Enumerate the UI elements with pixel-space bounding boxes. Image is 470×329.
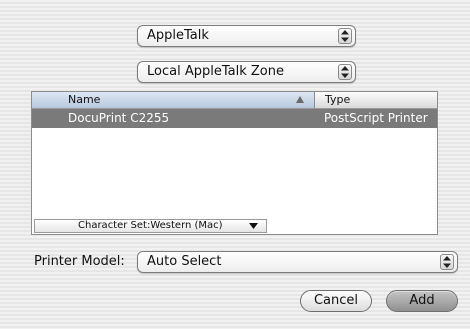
chevron-down-icon — [249, 223, 258, 229]
printer-model-label: Printer Model: — [34, 254, 125, 269]
printer-list[interactable]: Name Type DocuPrint C2255 PostScript Pri… — [31, 91, 438, 235]
cancel-button[interactable]: Cancel — [300, 290, 372, 312]
column-header-type[interactable]: Type — [325, 92, 350, 108]
zone-value: Local AppleTalk Zone — [147, 64, 284, 79]
column-header-name[interactable]: Name — [32, 92, 315, 108]
column-name-label: Name — [68, 93, 101, 106]
popup-arrows-icon — [440, 254, 454, 270]
printer-model-popup[interactable]: Auto Select — [137, 251, 458, 273]
connection-type-value: AppleTalk — [147, 28, 209, 43]
connection-type-popup[interactable]: AppleTalk — [137, 25, 356, 47]
printer-name-cell: DocuPrint C2255 — [68, 111, 170, 125]
character-set-value: Character Set:Western (Mac) — [78, 220, 223, 231]
character-set-popup[interactable]: Character Set:Western (Mac) — [34, 219, 267, 233]
sort-ascending-icon — [296, 96, 304, 103]
list-header: Name Type — [32, 92, 437, 109]
printer-model-value: Auto Select — [147, 254, 222, 269]
printer-row[interactable]: DocuPrint C2255 PostScript Printer — [32, 109, 437, 128]
add-button[interactable]: Add — [386, 290, 458, 312]
popup-arrows-icon — [338, 28, 352, 44]
popup-arrows-icon — [338, 64, 352, 80]
printer-type-cell: PostScript Printer — [324, 111, 428, 125]
zone-popup[interactable]: Local AppleTalk Zone — [137, 61, 356, 83]
